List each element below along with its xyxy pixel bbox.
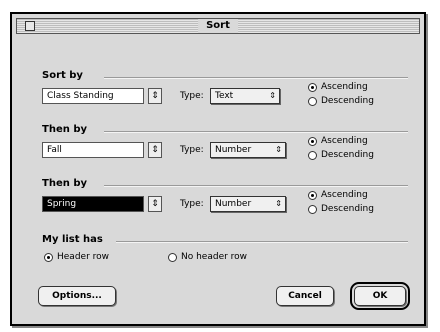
close-box[interactable] xyxy=(25,21,35,31)
radio-label: No header row xyxy=(181,252,248,262)
sort-by-descending-radio[interactable]: Descending xyxy=(308,96,374,106)
divider xyxy=(104,185,408,187)
then-by-ascending-radio[interactable]: Ascending xyxy=(308,190,368,200)
no-header-row-radio[interactable]: No header row xyxy=(168,252,247,262)
then-by-arrow-icon[interactable]: ⇕ xyxy=(148,142,162,158)
type-value: Number xyxy=(215,145,252,155)
then-by-label: Then by xyxy=(42,178,87,189)
radio-dot-icon xyxy=(308,82,317,92)
radio-label: Ascending xyxy=(321,190,368,200)
radio-dot-icon xyxy=(44,252,53,262)
popup-arrow-icon: ⇕ xyxy=(275,145,282,154)
then-by-arrow-icon[interactable]: ⇕ xyxy=(148,196,162,212)
type-label: Type: xyxy=(180,199,204,209)
radio-label: Header row xyxy=(57,252,110,262)
cancel-button[interactable]: Cancel xyxy=(276,286,334,306)
divider xyxy=(104,131,408,133)
sort-by-label: Sort by xyxy=(42,70,83,81)
options-button[interactable]: Options... xyxy=(38,286,116,306)
radio-dot-icon xyxy=(308,96,317,106)
radio-dot-icon xyxy=(308,204,317,214)
sort-by-type-popup[interactable]: Text ⇕ xyxy=(210,88,280,104)
radio-label: Descending xyxy=(321,204,374,214)
sort-dialog: Sort Sort by Class Standing ⇕ Type: Text… xyxy=(10,12,426,326)
sort-by-ascending-radio[interactable]: Ascending xyxy=(308,82,368,92)
popup-arrow-icon: ⇕ xyxy=(269,91,276,100)
ok-button[interactable]: OK xyxy=(350,282,410,310)
radio-label: Descending xyxy=(321,96,374,106)
then-by-descending-radio[interactable]: Descending xyxy=(308,204,374,214)
then-by-field[interactable]: Fall xyxy=(42,142,144,158)
popup-arrow-icon: ⇕ xyxy=(275,199,282,208)
sort-by-field[interactable]: Class Standing xyxy=(42,88,144,104)
then-by-ascending-radio[interactable]: Ascending xyxy=(308,136,368,146)
my-list-has-label: My list has xyxy=(42,234,103,245)
type-label: Type: xyxy=(180,91,204,101)
title-bar[interactable]: Sort xyxy=(16,18,420,34)
divider xyxy=(104,77,408,79)
radio-dot-icon xyxy=(308,136,317,146)
type-label: Type: xyxy=(180,145,204,155)
type-value: Text xyxy=(215,91,234,101)
then-by-type-popup[interactable]: Number ⇕ xyxy=(210,196,286,212)
radio-dot-icon xyxy=(168,252,177,262)
type-value: Number xyxy=(215,199,252,209)
then-by-label: Then by xyxy=(42,124,87,135)
radio-dot-icon xyxy=(308,150,317,160)
divider xyxy=(116,241,408,243)
window-title: Sort xyxy=(198,19,238,33)
header-row-radio[interactable]: Header row xyxy=(44,252,109,262)
radio-dot-icon xyxy=(308,190,317,200)
radio-label: Ascending xyxy=(321,82,368,92)
sort-by-arrow-icon[interactable]: ⇕ xyxy=(148,88,162,104)
then-by-field-selected[interactable]: Spring xyxy=(42,196,144,212)
radio-label: Ascending xyxy=(321,136,368,146)
then-by-type-popup[interactable]: Number ⇕ xyxy=(210,142,286,158)
then-by-descending-radio[interactable]: Descending xyxy=(308,150,374,160)
radio-label: Descending xyxy=(321,150,374,160)
